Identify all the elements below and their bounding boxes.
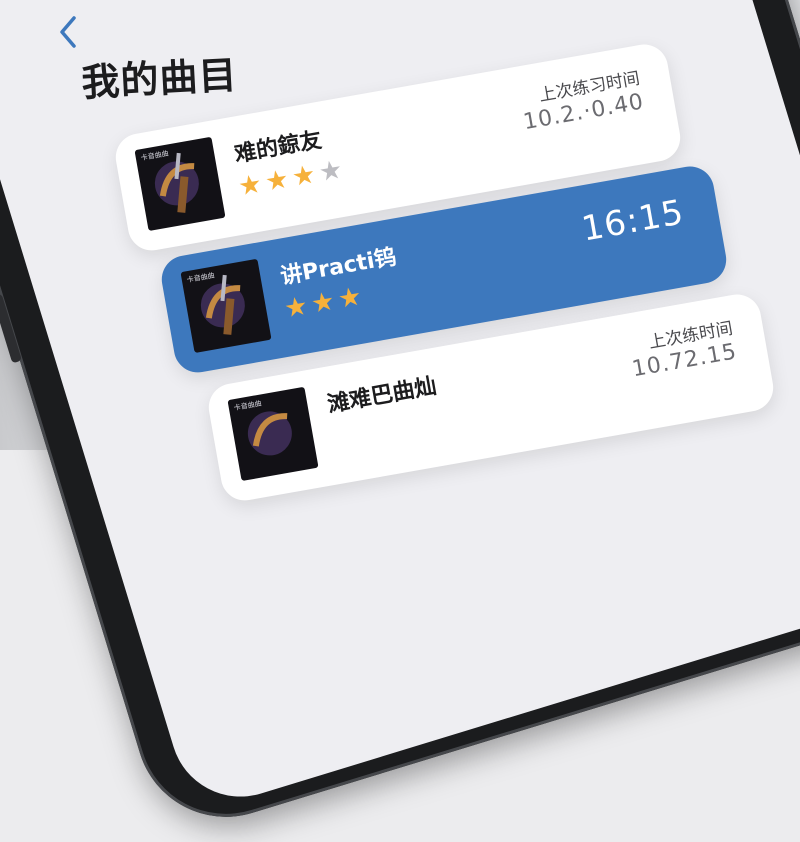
- star-empty-icon: ★: [316, 154, 345, 189]
- song-title: 讲Practi钨: [278, 244, 399, 290]
- album-art: 卡音曲曲: [180, 258, 272, 354]
- page-title: 我的曲目: [80, 52, 239, 105]
- app-screen: 我的曲目 卡音曲曲 难的鍄友 ★ ★ ★ ★ 上次练习时间 10.2.·0.40…: [0, 0, 800, 505]
- star-filled-icon: ★: [308, 286, 338, 320]
- song-title: 滩难巴曲灿: [325, 374, 439, 418]
- guitar-icon: [247, 411, 292, 456]
- album-art: 卡音曲曲: [227, 386, 319, 482]
- practice-duration: 16:15: [578, 192, 688, 250]
- star-filled-icon: ★: [289, 159, 318, 194]
- rating-stars: ★ ★ ★: [281, 281, 364, 325]
- star-filled-icon: ★: [335, 281, 364, 316]
- guitar-icon: [200, 274, 245, 335]
- star-filled-icon: ★: [281, 290, 311, 325]
- star-filled-icon: ★: [262, 164, 292, 198]
- guitar-icon: [154, 152, 199, 213]
- star-filled-icon: ★: [235, 168, 265, 203]
- chevron-left-icon[interactable]: [56, 14, 78, 50]
- album-art: 卡音曲曲: [134, 136, 226, 232]
